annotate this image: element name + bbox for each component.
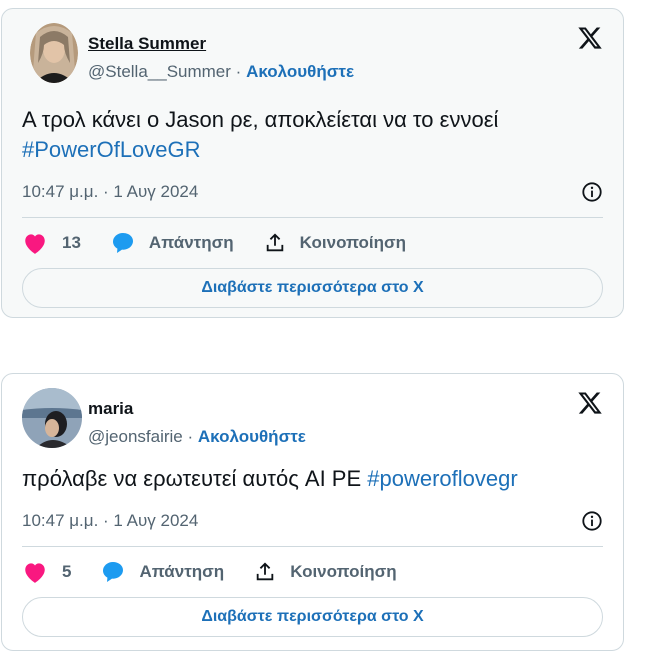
action-bar: 13 Απάντηση Κοινοποίηση — [22, 218, 603, 268]
separator: · — [235, 62, 242, 81]
info-icon[interactable] — [581, 510, 603, 532]
share-button[interactable]: Κοινοποίηση — [254, 561, 397, 583]
avatar[interactable] — [22, 388, 82, 448]
user-block: maria @jeonsfairie · Ακολουθήστε — [88, 398, 306, 448]
timestamp[interactable]: 10:47 μ.μ. · 1 Αυγ 2024 — [22, 511, 198, 530]
tweet-meta: 10:47 μ.μ. · 1 Αυγ 2024 — [22, 508, 603, 534]
share-label: Κοινοποίηση — [290, 562, 397, 581]
reply-bubble-icon — [112, 233, 133, 253]
tweet-text: Α τρολ κάνει ο Jason ρε, αποκλείεται να … — [22, 105, 603, 165]
reply-label: Απάντηση — [148, 233, 234, 252]
reply-button[interactable]: Απάντηση — [111, 231, 234, 255]
handle[interactable]: @jeonsfairie — [88, 427, 183, 446]
x-logo-icon[interactable] — [577, 25, 603, 51]
handle-line: @jeonsfairie · Ακολουθήστε — [88, 426, 306, 448]
info-icon[interactable] — [581, 181, 603, 203]
handle-line: @Stella__Summer · Ακολουθήστε — [88, 61, 354, 83]
timestamp[interactable]: 10:47 μ.μ. · 1 Αυγ 2024 — [22, 182, 198, 201]
handle[interactable]: @Stella__Summer — [88, 62, 231, 81]
reply-bubble-icon — [103, 562, 124, 582]
like-button[interactable]: 13 — [22, 231, 81, 255]
tweet-header: Stella Summer @Stella__Summer · Ακολουθή… — [22, 23, 603, 85]
user-block: Stella Summer @Stella__Summer · Ακολουθή… — [88, 33, 354, 83]
tweet-body: πρόλαβε να ερωτευτεί αυτός AI PE — [22, 466, 368, 491]
tweet-meta: 10:47 μ.μ. · 1 Αυγ 2024 — [22, 179, 603, 205]
share-label: Κοινοποίηση — [299, 233, 407, 252]
share-icon — [266, 233, 283, 252]
reply-button[interactable]: Απάντηση — [101, 560, 224, 584]
avatar[interactable] — [30, 23, 78, 83]
tweet-text: πρόλαβε να ερωτευτεί αυτός AI PE #powero… — [22, 464, 603, 494]
heart-icon — [25, 234, 45, 254]
hashtag-link[interactable]: #poweroflovegr — [367, 466, 517, 491]
read-more-button[interactable]: Διαβάστε περισσότερα στο X — [22, 597, 603, 637]
heart-icon — [25, 563, 45, 583]
tweet-card: maria @jeonsfairie · Ακολουθήστε πρόλαβε… — [1, 373, 624, 651]
read-more-button[interactable]: Διαβάστε περισσότερα στο X — [22, 268, 603, 308]
follow-link[interactable]: Ακολουθήστε — [198, 427, 306, 446]
tweet-body: Α τρολ κάνει ο Jason ρε, αποκλείεται να … — [22, 107, 499, 132]
tweet-header: maria @jeonsfairie · Ακολουθήστε — [22, 388, 603, 450]
reply-label: Απάντηση — [139, 562, 225, 581]
like-count: 13 — [62, 233, 81, 252]
display-name[interactable]: maria — [88, 398, 306, 420]
hashtag-link[interactable]: #PowerOfLoveGR — [22, 137, 201, 162]
x-logo-icon[interactable] — [577, 390, 603, 416]
share-icon — [256, 562, 274, 581]
display-name[interactable]: Stella Summer — [88, 33, 354, 55]
like-count: 5 — [62, 562, 72, 581]
separator: · — [187, 427, 194, 446]
tweet-card: Stella Summer @Stella__Summer · Ακολουθή… — [1, 8, 624, 318]
action-bar: 5 Απάντηση Κοινοποίηση — [22, 547, 603, 597]
follow-link[interactable]: Ακολουθήστε — [246, 62, 354, 81]
like-button[interactable]: 5 — [22, 560, 71, 584]
share-button[interactable]: Κοινοποίηση — [264, 232, 406, 254]
